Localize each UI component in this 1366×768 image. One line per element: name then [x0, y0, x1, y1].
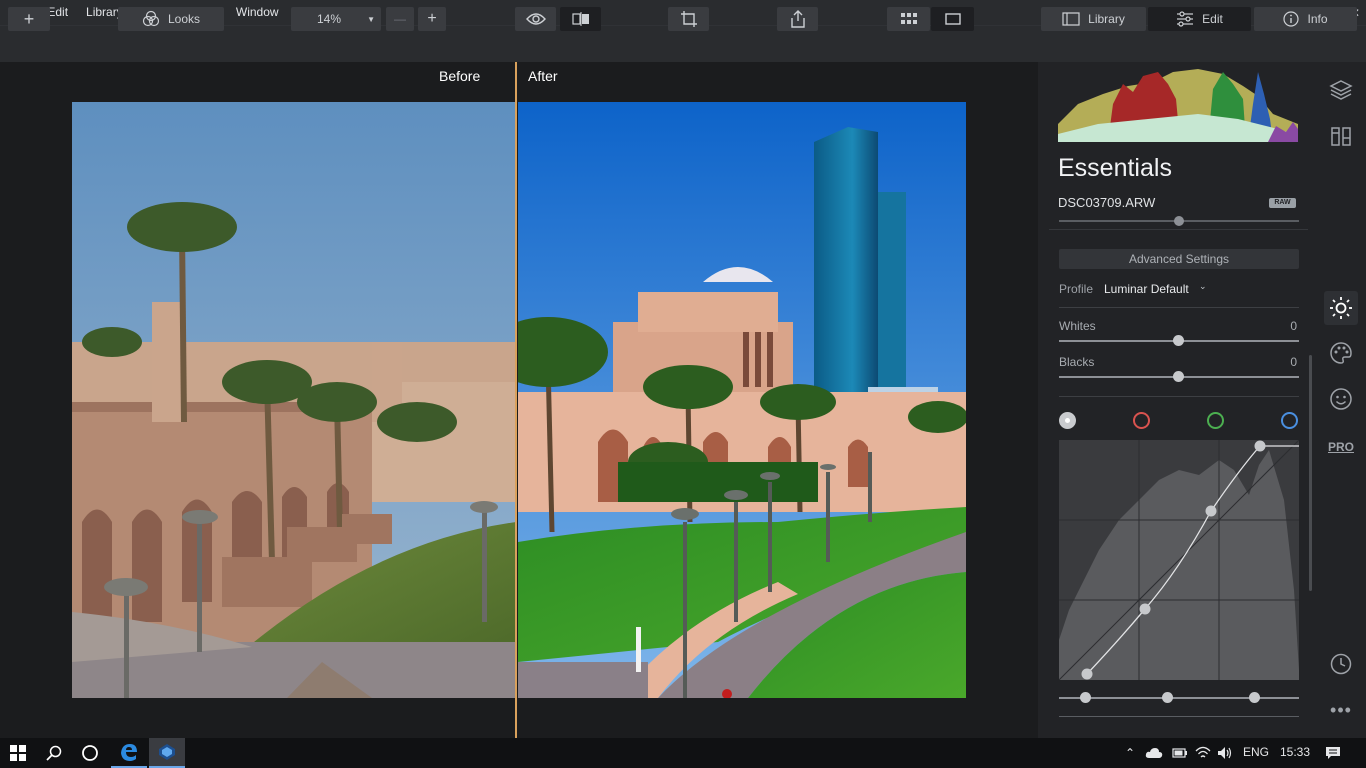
histogram: [1058, 69, 1298, 142]
looks-button[interactable]: Looks: [118, 7, 224, 31]
language-indicator[interactable]: ENG: [1243, 745, 1269, 759]
curve-point: [1081, 668, 1093, 680]
info-icon: [1283, 11, 1300, 27]
share-button[interactable]: [777, 7, 818, 31]
before-after-divider[interactable]: [515, 62, 517, 738]
divider: [1059, 396, 1299, 397]
volume-icon[interactable]: [1216, 738, 1234, 768]
menu-window[interactable]: Window: [227, 0, 288, 25]
edge-browser-icon[interactable]: [111, 738, 147, 768]
task-view-icon[interactable]: [72, 738, 108, 768]
looks-icon: [142, 10, 160, 27]
profile-dropdown[interactable]: Luminar Default: [1104, 282, 1189, 296]
curve-point: [1205, 505, 1217, 517]
library-icon: [1062, 12, 1080, 26]
whites-slider-handle[interactable]: [1173, 335, 1184, 346]
panel-title: Essentials: [1058, 154, 1172, 182]
pro-tools-icon[interactable]: PRO: [1326, 432, 1356, 462]
chevron-up-icon[interactable]: ⌃: [1122, 738, 1138, 768]
crop-button[interactable]: [668, 7, 709, 31]
curve-channel-green[interactable]: [1207, 412, 1224, 429]
tone-curve[interactable]: [1058, 439, 1300, 681]
tab-library-label: Library: [1088, 12, 1125, 26]
eye-icon: [525, 13, 546, 25]
zoom-out-button[interactable]: —: [386, 7, 414, 31]
selected-dot-icon: [1065, 418, 1070, 423]
after-label: After: [528, 68, 558, 84]
crop-icon: [680, 11, 697, 27]
zoom-select[interactable]: 14% ▼: [291, 7, 381, 31]
creative-palette-icon[interactable]: [1326, 338, 1356, 368]
battery-icon[interactable]: [1170, 738, 1190, 768]
notifications-icon[interactable]: [1320, 738, 1346, 768]
essentials-sun-icon[interactable]: [1324, 291, 1358, 325]
profile-label: Profile: [1059, 282, 1094, 296]
sliders-icon: [1177, 11, 1194, 27]
curve-channel-blue[interactable]: [1281, 412, 1298, 429]
curve-channel-luminance[interactable]: [1059, 412, 1076, 429]
curve-point: [1254, 440, 1266, 452]
split-view-icon: [571, 12, 589, 26]
zoom-in-button[interactable]: +: [418, 7, 446, 31]
tab-edit[interactable]: Edit: [1148, 7, 1251, 31]
clock[interactable]: 15:33: [1280, 745, 1310, 759]
blacks-value[interactable]: 0: [1290, 355, 1297, 369]
blacks-label: Blacks: [1059, 355, 1095, 369]
single-image-icon: [944, 13, 961, 25]
advanced-settings-button[interactable]: Advanced Settings: [1059, 249, 1299, 269]
curve-range-handle-highlights[interactable]: [1249, 692, 1260, 703]
photo-before: [72, 102, 516, 698]
before-label: Before: [439, 68, 481, 84]
chevron-down-icon: ▼: [367, 14, 375, 24]
tab-edit-label: Edit: [1202, 12, 1223, 26]
divider: [1049, 229, 1308, 230]
add-button[interactable]: +: [8, 7, 50, 31]
tab-info-label: Info: [1307, 12, 1328, 26]
search-icon[interactable]: [36, 738, 72, 768]
zoom-value: 14%: [317, 12, 342, 26]
looks-label: Looks: [167, 12, 201, 26]
chevron-down-icon[interactable]: ⌄: [1199, 281, 1207, 292]
whites-label: Whites: [1059, 319, 1096, 333]
onedrive-cloud-icon[interactable]: [1144, 738, 1164, 768]
curve-point: [1139, 603, 1151, 615]
divider: [1059, 716, 1299, 717]
single-view-button[interactable]: [931, 7, 974, 31]
blacks-slider-handle[interactable]: [1173, 371, 1184, 382]
history-clock-icon[interactable]: [1326, 649, 1356, 679]
layers-icon[interactable]: [1326, 75, 1356, 105]
curve-range-track[interactable]: [1059, 697, 1299, 699]
raw-badge: RAW: [1269, 198, 1296, 208]
plus-icon: +: [427, 10, 437, 27]
grid-view-button[interactable]: [887, 7, 930, 31]
preview-toggle[interactable]: [515, 7, 556, 31]
canvas-tools-icon[interactable]: [1326, 121, 1356, 151]
compare-button[interactable]: [560, 7, 601, 31]
panel-scrollbar[interactable]: [1309, 355, 1312, 591]
top-slider-handle[interactable]: [1174, 216, 1184, 226]
luminar-app-icon[interactable]: [149, 738, 185, 768]
curve-range-handle-shadows[interactable]: [1080, 692, 1091, 703]
curve-range-handle-midtones[interactable]: [1162, 692, 1173, 703]
portrait-face-icon[interactable]: [1326, 384, 1356, 414]
minus-icon: —: [394, 12, 406, 26]
photo-after: [518, 102, 966, 698]
curve-channel-red[interactable]: [1133, 412, 1150, 429]
share-icon: [790, 10, 805, 28]
plus-icon: +: [23, 8, 35, 29]
tab-info[interactable]: Info: [1254, 7, 1357, 31]
tab-library[interactable]: Library: [1041, 7, 1146, 31]
wifi-icon[interactable]: [1194, 738, 1212, 768]
divider: [1059, 307, 1299, 308]
file-name: DSC03709.ARW: [1058, 195, 1156, 210]
whites-value[interactable]: 0: [1290, 319, 1297, 333]
grid-icon: [900, 13, 917, 24]
windows-start-icon[interactable]: [0, 738, 36, 768]
more-icon[interactable]: •••: [1326, 695, 1356, 725]
